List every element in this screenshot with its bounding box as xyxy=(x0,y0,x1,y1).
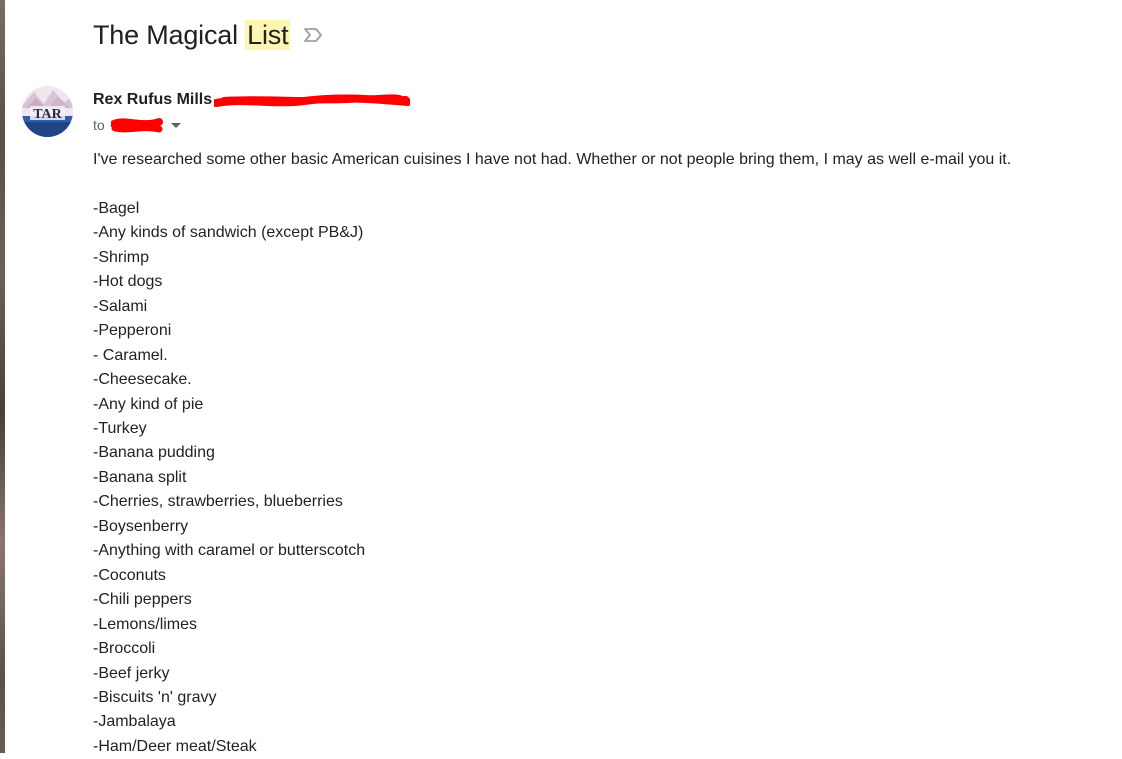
subject-row: The Magical List xyxy=(93,16,324,54)
important-label-icon[interactable] xyxy=(302,24,324,46)
food-list: -Bagel -Any kinds of sandwich (except PB&… xyxy=(93,197,1103,759)
list-item: -Any kinds of sandwich (except PB&J) xyxy=(93,224,364,242)
list-item: -Bagel xyxy=(93,199,140,217)
email-body: I've researched some other basic America… xyxy=(93,148,1103,759)
sender-row: Rex Rufus Mills xyxy=(93,89,411,111)
list-item: -Banana split xyxy=(93,468,187,486)
email-subject: The Magical List xyxy=(93,19,291,51)
list-item: -Jambalaya xyxy=(93,713,176,731)
subject-prefix: The Magical xyxy=(93,19,246,50)
sender-name[interactable]: Rex Rufus Mills xyxy=(93,91,212,109)
sender-avatar[interactable]: TAR xyxy=(22,86,73,137)
redacted-recipient xyxy=(110,118,163,133)
subject-highlighted-word: List xyxy=(245,19,291,50)
list-item: -Coconuts xyxy=(93,566,166,584)
list-item: -Lemons/limes xyxy=(93,615,198,633)
avatar-image: TAR xyxy=(22,86,73,137)
list-item: -Shrimp xyxy=(93,248,150,266)
list-item: - Caramel. xyxy=(93,346,168,364)
list-item: -Banana pudding xyxy=(93,444,215,462)
list-item: -Anything with caramel or butterscotch xyxy=(93,542,366,560)
list-item: -Ham/Deer meat/Steak xyxy=(93,737,257,755)
list-item: -Turkey xyxy=(93,419,147,437)
list-item: -Boysenberry xyxy=(93,517,189,535)
redacted-sender-email xyxy=(214,94,411,107)
list-item: -Chili peppers xyxy=(93,591,192,609)
chevron-down-icon[interactable] xyxy=(170,122,181,128)
email-intro: I've researched some other basic America… xyxy=(93,151,1012,168)
list-item: -Any kind of pie xyxy=(93,395,204,413)
avatar-initials: TAR xyxy=(33,107,62,122)
recipient-row: to xyxy=(93,115,181,135)
list-item: -Pepperoni xyxy=(93,322,172,340)
list-item: -Broccoli xyxy=(93,640,156,658)
list-item: -Beef jerky xyxy=(93,664,170,682)
list-item: -Biscuits 'n' gravy xyxy=(93,688,217,706)
list-item: -Cherries, strawberries, blueberries xyxy=(93,493,343,511)
to-label: to xyxy=(93,117,105,133)
background-window-edge xyxy=(0,0,5,753)
list-item: -Cheesecake. xyxy=(93,371,192,389)
list-item: -Salami xyxy=(93,297,148,315)
list-item: -Hot dogs xyxy=(93,273,163,291)
